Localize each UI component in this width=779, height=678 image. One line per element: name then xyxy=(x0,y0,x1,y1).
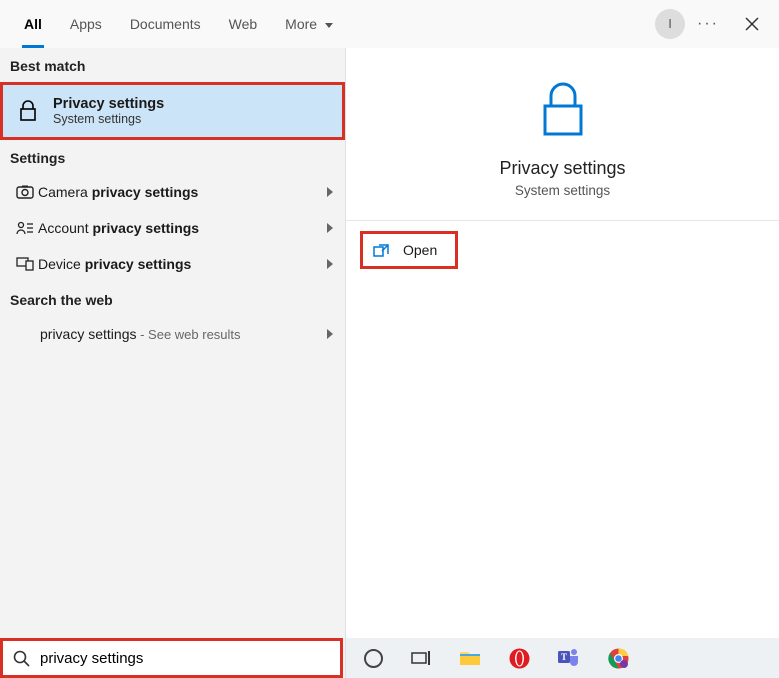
taskbar-cortana[interactable] xyxy=(364,649,383,668)
opera-icon xyxy=(509,648,530,669)
tab-web[interactable]: Web xyxy=(215,0,272,48)
settings-item-account-privacy[interactable]: Account privacy settings xyxy=(0,210,345,246)
taskview-icon xyxy=(411,650,431,666)
search-tabs: All Apps Documents Web More I ··· xyxy=(0,0,779,48)
taskbar: T xyxy=(346,638,779,678)
account-icon xyxy=(12,221,38,235)
close-button[interactable] xyxy=(735,13,769,35)
taskbar-chrome[interactable] xyxy=(608,648,629,669)
tab-more[interactable]: More xyxy=(271,0,347,48)
best-match-item[interactable]: Privacy settings System settings xyxy=(0,82,345,140)
web-result-label: privacy settings - See web results xyxy=(40,326,327,342)
chevron-right-icon xyxy=(327,329,333,339)
results-pane: Best match Privacy settings System setti… xyxy=(0,48,346,678)
chevron-right-icon xyxy=(327,187,333,197)
taskbar-taskview[interactable] xyxy=(411,650,431,666)
search-input[interactable] xyxy=(40,650,330,667)
search-box[interactable] xyxy=(0,638,343,678)
settings-item-label: Account privacy settings xyxy=(38,220,327,236)
web-header: Search the web xyxy=(0,282,345,316)
chevron-right-icon xyxy=(327,223,333,233)
detail-title: Privacy settings xyxy=(499,158,625,179)
chevron-right-icon xyxy=(327,259,333,269)
settings-item-camera-privacy[interactable]: Camera privacy settings xyxy=(0,174,345,210)
user-avatar[interactable]: I xyxy=(655,9,685,39)
best-match-title: Privacy settings xyxy=(53,96,164,112)
open-icon xyxy=(373,243,389,257)
search-icon xyxy=(13,650,30,667)
lock-icon xyxy=(13,100,43,122)
cortana-icon xyxy=(364,649,383,668)
web-result-item[interactable]: privacy settings - See web results xyxy=(0,316,345,352)
close-icon xyxy=(745,17,759,31)
teams-icon: T xyxy=(558,648,580,668)
best-match-subtitle: System settings xyxy=(53,112,164,126)
device-icon xyxy=(12,257,38,271)
lock-icon xyxy=(536,80,590,140)
tab-apps[interactable]: Apps xyxy=(56,0,116,48)
chrome-icon xyxy=(608,648,629,669)
tab-more-label: More xyxy=(285,16,317,32)
detail-subtitle: System settings xyxy=(515,183,610,198)
camera-icon xyxy=(12,185,38,199)
open-label: Open xyxy=(403,242,437,258)
settings-item-device-privacy[interactable]: Device privacy settings xyxy=(0,246,345,282)
taskbar-file-explorer[interactable] xyxy=(459,649,481,667)
more-options-button[interactable]: ··· xyxy=(697,15,719,33)
open-button[interactable]: Open xyxy=(360,231,458,269)
taskbar-opera[interactable] xyxy=(509,648,530,669)
taskbar-teams[interactable]: T xyxy=(558,648,580,668)
settings-header: Settings xyxy=(0,140,345,174)
chevron-down-icon xyxy=(325,23,333,28)
folder-icon xyxy=(459,649,481,667)
settings-item-label: Device privacy settings xyxy=(38,256,327,272)
detail-pane: Privacy settings System settings Open xyxy=(346,48,779,678)
tab-documents[interactable]: Documents xyxy=(116,0,215,48)
svg-text:T: T xyxy=(561,652,567,662)
tab-all[interactable]: All xyxy=(10,0,56,48)
best-match-header: Best match xyxy=(0,48,345,82)
settings-item-label: Camera privacy settings xyxy=(38,184,327,200)
